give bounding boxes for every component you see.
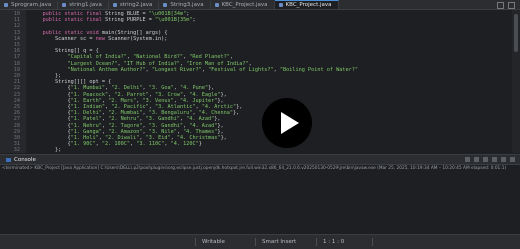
editor-tab[interactable]: KBC_Project.java (211, 1, 275, 9)
editor-vertical-scrollbar[interactable] (512, 10, 520, 153)
editor-tab-label: Sprogram.java (11, 2, 52, 8)
status-divider (316, 238, 317, 246)
window-controls (497, 1, 520, 9)
clear-console-icon[interactable] (465, 157, 470, 162)
scrollbar-thumb[interactable] (514, 14, 518, 52)
status-divider (255, 238, 256, 246)
editor-tab-label: String3.java (170, 2, 204, 8)
java-file-icon (214, 3, 219, 7)
code-line[interactable]: public static final String PURPLE = "\u0… (30, 17, 196, 23)
line-number: 32 (13, 147, 20, 153)
editor-tab-label: string2.java (119, 2, 153, 8)
console-header: Console (0, 154, 520, 165)
editor-tab[interactable]: string2.java (109, 1, 160, 9)
java-file-icon (62, 3, 67, 7)
code-editor[interactable]: 10 11 12 13 14 15 16 17 18 19 20 21 22 23 24 25 26 27 28 29… (0, 10, 512, 153)
java-file-icon (278, 3, 283, 7)
editor-tab-bar: Sprogram.java string1.java string2.java Str… (0, 0, 520, 10)
scroll-lock-icon[interactable] (474, 157, 479, 162)
console-icon (6, 157, 11, 162)
status-divider (195, 238, 196, 246)
editor-tab-label: string1.java (69, 2, 102, 8)
editor-tab-label: KBC_Project.java (285, 2, 332, 8)
status-bar: Writable Smart Insert 1 : 1 : 0 (0, 234, 520, 249)
console-process-label: <terminated> KBC_Project [Java Applicati… (2, 166, 507, 171)
minimize-icon[interactable] (497, 1, 504, 9)
editor-tab[interactable]: String3.java (159, 1, 211, 9)
editor-tab-label: KBC_Project.java (221, 2, 268, 8)
play-icon (280, 112, 299, 134)
minimize-view-icon[interactable] (510, 157, 515, 162)
code-line[interactable]: Scanner sc = new Scanner(System.in); (30, 36, 167, 42)
maximize-icon[interactable] (508, 1, 515, 9)
editor-tab[interactable]: Sprogram.java (0, 1, 59, 9)
display-console-icon[interactable] (492, 157, 497, 162)
editor-tab[interactable]: string1.java (58, 1, 109, 9)
console-tab-label: Console (14, 156, 36, 163)
status-cursor-position: 1 : 1 : 0 (323, 239, 345, 245)
status-insert-mode: Smart Insert (262, 239, 297, 245)
java-file-icon (163, 3, 168, 7)
console-toolbar (465, 157, 520, 162)
open-console-icon[interactable] (501, 157, 506, 162)
status-writable: Writable (202, 239, 225, 245)
pin-console-icon[interactable] (483, 157, 488, 162)
code-line[interactable]: "National Anthem Author?", "Longest Rive… (30, 67, 358, 73)
java-file-icon (112, 3, 117, 7)
line-number-gutter: 10 11 12 13 14 15 16 17 18 19 20 21 22 23 24 25 26 27 28 29… (0, 10, 26, 153)
console-output[interactable] (0, 173, 520, 234)
status-divider (372, 238, 373, 246)
tab-console[interactable]: Console (0, 157, 42, 163)
editor-tab[interactable]: KBC_Project.java (274, 0, 339, 9)
java-file-icon (4, 3, 8, 7)
play-button[interactable] (262, 98, 312, 148)
code-line[interactable]: }; (30, 147, 61, 153)
